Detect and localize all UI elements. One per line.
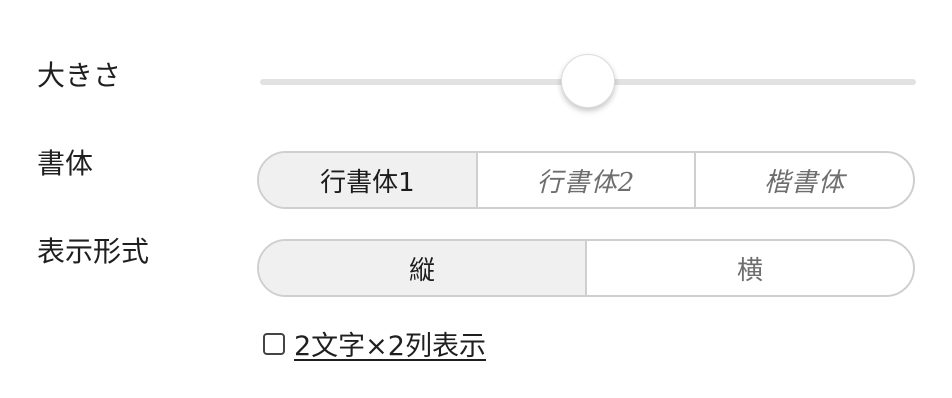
layout-option-vertical[interactable]: 縦 [259, 241, 585, 295]
size-slider-thumb[interactable] [561, 54, 615, 108]
layout-selector: 縦 横 [257, 239, 915, 297]
font-option-kaisho[interactable]: 楷書体 [694, 153, 913, 207]
layout-label: 表示形式 [37, 235, 150, 268]
font-option-gyosho-2[interactable]: 行書体2 [475, 153, 695, 207]
size-label: 大きさ [37, 59, 122, 92]
size-slider[interactable] [260, 54, 916, 110]
two-by-two-option: 2文字×2列表示 [263, 324, 486, 363]
font-option-gyosho-1[interactable]: 行書体1 [259, 153, 476, 207]
two-by-two-checkbox[interactable] [263, 332, 285, 355]
two-by-two-label[interactable]: 2文字×2列表示 [294, 324, 486, 363]
layout-option-horizontal[interactable]: 横 [585, 241, 913, 295]
font-selector: 行書体1 行書体2 楷書体 [257, 151, 915, 209]
font-label: 書体 [37, 147, 94, 180]
